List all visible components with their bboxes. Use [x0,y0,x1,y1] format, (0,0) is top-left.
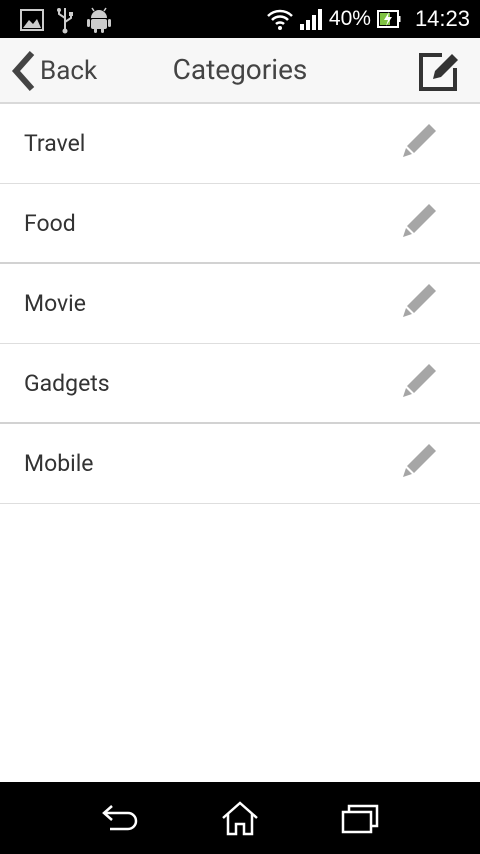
edit-button[interactable] [418,50,460,92]
system-icons: 40% 14:23 [267,0,470,38]
chevron-left-icon [11,51,35,91]
status-bar: 40% 14:23 [0,0,480,38]
category-list: Travel Food Movie Gadgets Mobile [0,104,480,504]
recents-nav-icon[interactable] [340,800,380,838]
category-label: Gadgets [24,369,110,397]
pencil-icon[interactable] [402,362,438,398]
category-label: Food [24,209,76,237]
category-label: Movie [24,290,86,317]
android-icon [87,7,111,33]
gallery-icon [20,9,44,31]
pencil-icon[interactable] [402,282,438,318]
list-item[interactable]: Movie [0,264,480,344]
action-bar: Back Categories [0,38,480,104]
signal-icon [299,9,322,30]
back-label: Back [40,56,98,86]
pencil-icon[interactable] [402,202,438,238]
clock: 14:23 [414,6,470,31]
category-label: Mobile [24,450,94,477]
home-nav-icon[interactable] [220,800,260,838]
battery-charging-icon [376,10,401,28]
notification-icons [20,6,112,34]
back-nav-icon[interactable] [100,800,140,838]
pencil-icon[interactable] [402,442,438,478]
back-button[interactable]: Back [10,48,97,94]
wifi-icon [267,9,293,30]
list-item[interactable]: Travel [0,104,480,184]
navigation-bar [0,782,480,854]
category-label: Travel [24,130,86,157]
list-item[interactable]: Gadgets [0,344,480,424]
usb-icon [57,8,73,34]
list-item[interactable]: Mobile [0,424,480,504]
pencil-icon[interactable] [402,122,438,158]
battery-percent: 40% [328,7,371,30]
screen: 40% 14:23 Back Categories Travel Food Mo… [0,0,480,854]
list-item[interactable]: Food [0,184,480,264]
